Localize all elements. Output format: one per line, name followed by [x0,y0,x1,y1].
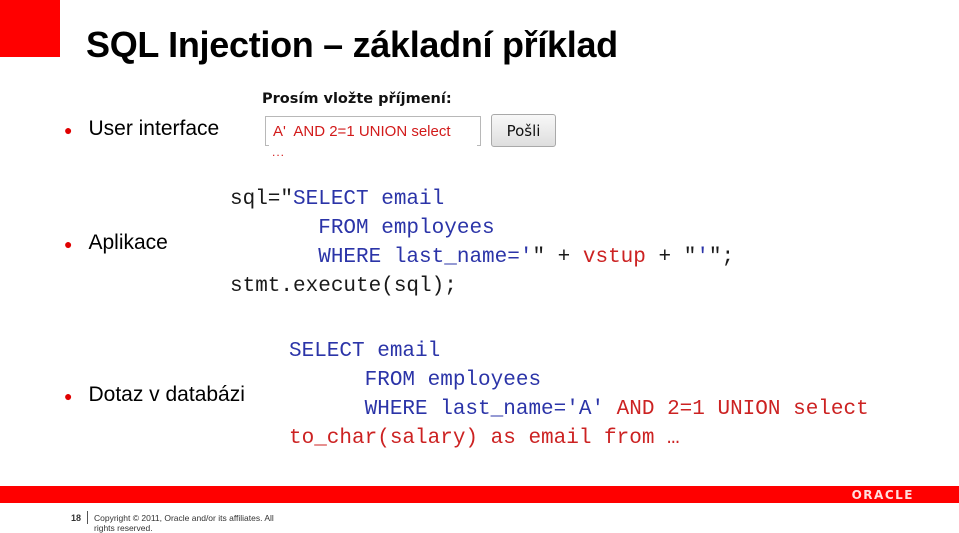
code-token: sql=" [230,188,294,211]
bullet-label: Aplikace [88,231,168,254]
query-token: SELECT email [289,340,441,363]
bullet-label: Dotaz v databázi [88,383,245,406]
footer-bar [0,486,959,503]
bullet-label: User interface [88,117,220,140]
code-token: " + [532,246,583,269]
application-code-block: sql="SELECT email FROM employees WHERE l… [230,185,734,301]
code-token: SELECT email [293,188,445,211]
slide-title: SQL Injection – základní příklad [86,24,618,65]
query-token: FROM employees [289,369,542,392]
code-variable: vstup [582,246,646,269]
surname-field-label: Prosím vložte příjmení: [262,91,452,107]
footer-divider [87,511,88,524]
page-number: 18 [71,513,82,523]
title-accent-square [0,0,60,57]
submit-button[interactable]: Pošli [491,114,556,147]
bullet-dotaz: ● Dotaz v databázi [64,383,245,407]
code-token: + " [645,246,697,269]
code-token: ' [696,246,709,269]
bullet-icon: ● [64,122,73,138]
database-query-block: SELECT email FROM employees WHERE last_n… [289,337,869,453]
input-overflow-ellipsis: ... [272,145,286,159]
injected-token: to_char(salary) as email from … [289,427,680,450]
bullet-user-interface: ● User interface [64,117,219,141]
code-token: FROM employees [230,217,495,240]
code-token: WHERE last_name=' [230,246,533,269]
bullet-aplikace: ● Aplikace [64,231,168,255]
injected-token: AND 2=1 UNION select [604,398,869,421]
bullet-icon: ● [64,388,73,404]
code-token: stmt.execute(sql); [230,275,457,298]
surname-input-value[interactable]: A' AND 2=1 UNION select [273,123,451,140]
query-token: WHERE last_name='A' [289,398,605,421]
code-token: "; [708,246,735,269]
surname-input[interactable]: A' AND 2=1 UNION select [265,116,481,146]
bullet-icon: ● [64,236,73,252]
oracle-logo: ORACLE [851,488,914,502]
copyright-text: Copyright © 2011, Oracle and/or its affi… [94,513,274,533]
